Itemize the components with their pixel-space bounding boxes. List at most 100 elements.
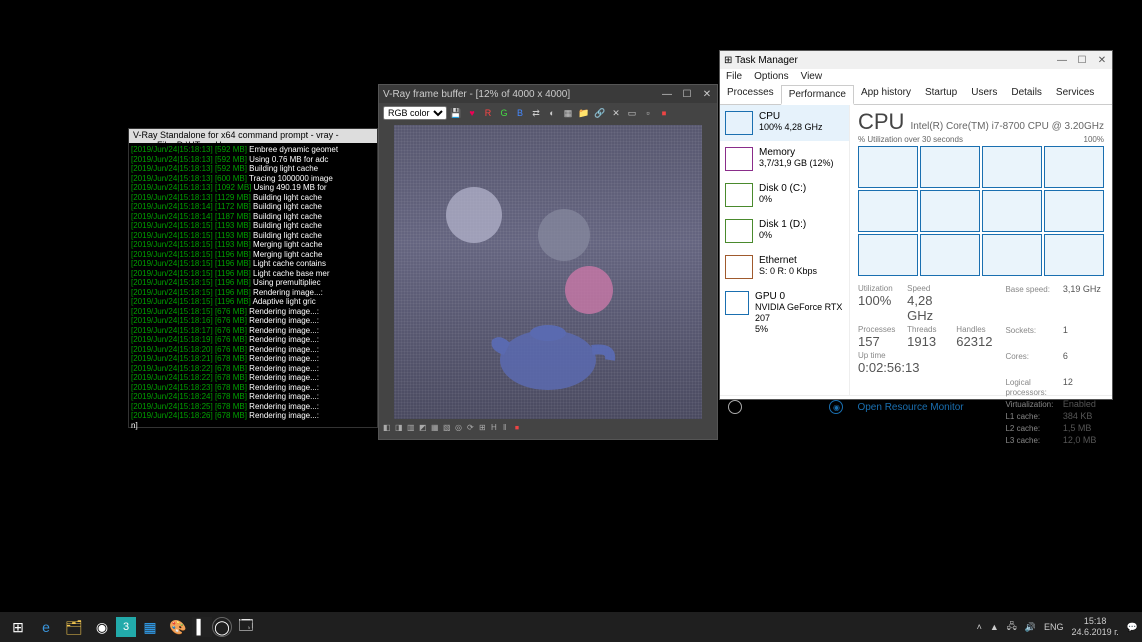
core-graph xyxy=(1044,190,1104,232)
system-tray: ˄ ▲ 🖧 🔊 ENG 15:18 24.6.2019 г. 💬 xyxy=(977,616,1138,638)
b-channel-button[interactable]: B xyxy=(513,106,527,120)
core-graph xyxy=(982,190,1042,232)
g-channel-button[interactable]: G xyxy=(497,106,511,120)
vray-frame-buffer-window: V-Ray frame buffer - [12% of 4000 x 4000… xyxy=(378,84,718,440)
graph-max: 100% xyxy=(1084,135,1104,144)
fewer-details-link[interactable]: Fewer details xyxy=(756,402,815,413)
maximize-icon[interactable]: ☐ xyxy=(681,88,693,100)
bt-icon[interactable]: ⏹ xyxy=(515,423,525,433)
swap-icon[interactable]: ⇄ xyxy=(529,106,543,120)
minimize-icon[interactable]: — xyxy=(1056,54,1068,66)
vray-bottom-toolbar: ◧ ◨ ▥ ◩ ▦ ▧ ◎ ⟳ ⊞ H ‖ ⏹ xyxy=(379,421,717,435)
app-icon[interactable]: 🎨 xyxy=(164,613,192,641)
graph-label: % Utilization over 30 seconds xyxy=(858,135,963,144)
channel-select[interactable]: RGB color xyxy=(383,106,447,120)
bt-icon[interactable]: ◎ xyxy=(455,423,465,433)
maximize-icon[interactable]: ☐ xyxy=(1076,54,1088,66)
bt-icon[interactable]: ◨ xyxy=(395,423,405,433)
app-icon[interactable]: ▦ xyxy=(136,613,164,641)
tab-services[interactable]: Services xyxy=(1049,84,1101,104)
link-icon[interactable]: 🔗 xyxy=(593,106,607,120)
core-graph xyxy=(920,190,980,232)
explorer-icon[interactable]: 🗂 xyxy=(60,613,88,641)
resource-ethernet[interactable]: EthernetS: 0 R: 0 Kbps xyxy=(720,249,849,285)
bt-icon[interactable]: ▦ xyxy=(431,423,441,433)
tab-performance[interactable]: Performance xyxy=(781,85,854,105)
bt-icon[interactable]: ▥ xyxy=(407,423,417,433)
app-icon[interactable]: 🗔 xyxy=(232,613,260,641)
heart-icon[interactable]: ♥ xyxy=(465,106,479,120)
language-indicator[interactable]: ENG xyxy=(1044,622,1064,632)
bt-icon[interactable]: ⟳ xyxy=(467,423,477,433)
vray-title: V-Ray frame buffer - [12% of 4000 x 4000… xyxy=(383,89,661,100)
cpu-stats: Utilization100% Speed4,28 GHz Base speed… xyxy=(858,284,1104,445)
stop-icon[interactable]: ⏹ xyxy=(657,106,671,120)
taskmgr-titlebar[interactable]: ⊞ Task Manager — ☐ ✕ xyxy=(720,51,1112,69)
pick-icon[interactable]: ▫ xyxy=(641,106,655,120)
tab-startup[interactable]: Startup xyxy=(918,84,964,104)
cpu-name: Intel(R) Core(TM) i7-8700 CPU @ 3.20GHz xyxy=(910,121,1104,132)
core-graph xyxy=(920,234,980,276)
resource-disk1d[interactable]: Disk 1 (D:)0% xyxy=(720,213,849,249)
bt-icon[interactable]: ◩ xyxy=(419,423,429,433)
bt-icon[interactable]: ▧ xyxy=(443,423,453,433)
resource-memory[interactable]: Memory3,7/31,9 GB (12%) xyxy=(720,141,849,177)
cpu-heading: CPU xyxy=(858,109,904,135)
menu-view[interactable]: View xyxy=(801,71,823,82)
taskmgr-menubar: File Options View xyxy=(720,69,1112,84)
task-manager-window: ⊞ Task Manager — ☐ ✕ File Options View Pro… xyxy=(719,50,1113,400)
core-graph xyxy=(982,234,1042,276)
clear-icon[interactable]: ✕ xyxy=(609,106,623,120)
vray-titlebar[interactable]: V-Ray frame buffer - [12% of 4000 x 4000… xyxy=(379,85,717,103)
save-icon[interactable]: 💾 xyxy=(449,106,463,120)
volume-icon[interactable]: 🔊 xyxy=(1025,622,1036,633)
tab-processes[interactable]: Processes xyxy=(720,84,781,104)
app-icon[interactable]: ◯ xyxy=(212,617,232,637)
clock[interactable]: 15:18 24.6.2019 г. xyxy=(1072,616,1119,638)
bt-icon[interactable]: ⊞ xyxy=(479,423,489,433)
resource-disk0c[interactable]: Disk 0 (C:)0% xyxy=(720,177,849,213)
core-graph xyxy=(982,146,1042,188)
menu-options[interactable]: Options xyxy=(754,71,788,82)
r-channel-button[interactable]: R xyxy=(481,106,495,120)
chevron-up-icon[interactable]: ˄ xyxy=(977,622,982,632)
minimize-icon[interactable]: — xyxy=(661,88,673,100)
tab-details[interactable]: Details xyxy=(1004,84,1049,104)
bt-icon[interactable]: ‖ xyxy=(503,423,513,433)
mono-icon[interactable]: ◐ xyxy=(545,106,559,120)
core-graph xyxy=(858,234,918,276)
core-graph xyxy=(920,146,980,188)
region-icon[interactable]: ▭ xyxy=(625,106,639,120)
network-icon[interactable]: 🖧 xyxy=(1007,619,1017,635)
close-icon[interactable]: ✕ xyxy=(1096,54,1108,66)
render-viewport[interactable] xyxy=(394,125,702,419)
taskmgr-tabs: ProcessesPerformanceApp historyStartupUs… xyxy=(720,84,1112,105)
tab-app-history[interactable]: App history xyxy=(854,84,918,104)
bt-icon[interactable]: H xyxy=(491,423,501,433)
bt-icon[interactable]: ◧ xyxy=(383,423,393,433)
menu-file[interactable]: File xyxy=(726,71,742,82)
start-button[interactable]: ⊞ xyxy=(4,613,32,641)
edge-icon[interactable]: e xyxy=(32,613,60,641)
core-graph xyxy=(858,190,918,232)
notifications-icon[interactable]: 💬 xyxy=(1127,622,1138,633)
console-titlebar[interactable]: V-Ray Standalone for x64 command prompt … xyxy=(129,129,377,143)
windows-taskbar: ⊞ e 🗂 ◉ 3 ▦ 🎨 ▍ ◯ 🗔 ˄ ▲ 🖧 🔊 ENG 15:18 24… xyxy=(0,612,1142,642)
cmd-icon[interactable]: ▍ xyxy=(192,617,212,637)
chrome-icon[interactable]: ◉ xyxy=(88,613,116,641)
core-graph xyxy=(1044,234,1104,276)
folder-icon[interactable]: 📁 xyxy=(577,106,591,120)
cpu-panel: CPU Intel(R) Core(TM) i7-8700 CPU @ 3.20… xyxy=(850,105,1112,395)
open-resource-monitor-link[interactable]: Open Resource Monitor xyxy=(857,402,963,413)
grid-icon[interactable]: ▦ xyxy=(561,106,575,120)
tab-users[interactable]: Users xyxy=(964,84,1004,104)
cpu-core-graphs xyxy=(858,146,1104,276)
resource-cpu[interactable]: CPU100% 4,28 GHz xyxy=(720,105,849,141)
close-icon[interactable]: ✕ xyxy=(701,88,713,100)
monitor-icon: ◉ xyxy=(829,400,843,414)
chevron-up-icon[interactable]: ˄ xyxy=(728,400,742,414)
resource-list: CPU100% 4,28 GHzMemory3,7/31,9 GB (12%)D… xyxy=(720,105,850,395)
3dsmax-icon[interactable]: 3 xyxy=(116,617,136,637)
resource-gpu0[interactable]: GPU 0NVIDIA GeForce RTX 2075% xyxy=(720,285,849,341)
tray-icon[interactable]: ▲ xyxy=(990,622,999,632)
